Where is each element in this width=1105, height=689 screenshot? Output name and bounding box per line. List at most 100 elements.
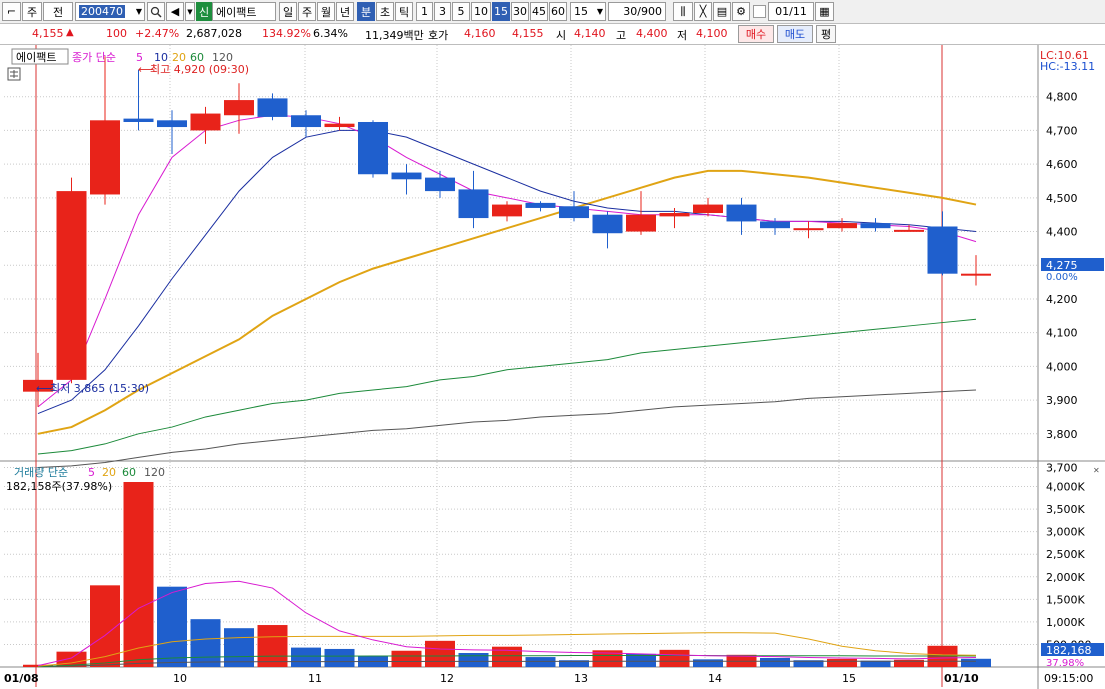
price-change: 100 xyxy=(106,27,127,40)
period-week[interactable]: 주 xyxy=(298,2,316,21)
interval-5[interactable]: 5 xyxy=(452,2,470,21)
average-button[interactable]: 평 xyxy=(816,25,836,43)
interval-30[interactable]: 30 xyxy=(511,2,529,21)
volume-bar xyxy=(190,619,221,667)
trade-value: 11,349백만 xyxy=(365,29,424,42)
calendar-icon[interactable]: ▦ xyxy=(815,2,834,21)
stock-code-input[interactable]: 200470 ▼ xyxy=(75,2,145,21)
stock-name: 에이팩트 xyxy=(216,5,257,19)
chart-toolbar: ⌐ 주 전 200470 ▼ ◀ ▼ 신 에이팩트 일 주 월 년 분 초 틱 … xyxy=(0,0,1105,24)
interval-label: 15 xyxy=(494,5,508,18)
interval-60[interactable]: 60 xyxy=(549,2,567,21)
volume-axis-label: 4,000K xyxy=(1046,481,1085,494)
turnover-rate: 6.34% xyxy=(313,27,348,40)
legend-ma-prefix: 종가 단순 xyxy=(72,51,116,64)
date-input[interactable]: 01/11 xyxy=(768,2,814,21)
interval-1[interactable]: 1 xyxy=(416,2,433,21)
speaker-icon[interactable]: ◀ xyxy=(166,2,184,21)
open-label: 시 xyxy=(556,29,567,42)
count-input[interactable]: 30/900 xyxy=(608,2,666,21)
volume-axis: 4,000K 3,500K 3,000K 2,500K 2,000K 1,500K 1,00… xyxy=(1046,481,1092,652)
current-ratio-tag: 37.98% xyxy=(1046,658,1084,669)
interval-label: 5 xyxy=(457,5,465,18)
chevron-down-icon: ▼ xyxy=(135,7,142,16)
interval-select[interactable]: 15 ▼ xyxy=(570,2,606,21)
bid-price: 4,155 xyxy=(512,27,544,40)
x-axis-time-label: 09:15:00 xyxy=(1044,672,1093,685)
interval-label: 1 xyxy=(421,5,428,18)
market-select[interactable]: 주 xyxy=(22,2,42,21)
price-axis-label: 4,000 xyxy=(1046,360,1078,373)
close-icon[interactable]: ✕ xyxy=(1093,466,1100,475)
volume-bar xyxy=(157,586,187,667)
period-minute[interactable]: 분 xyxy=(357,2,375,21)
buy-button[interactable]: 매수 xyxy=(738,25,774,43)
interval-label: 45 xyxy=(532,5,546,18)
x-axis: 01/08 10 11 12 13 14 15 01/10 xyxy=(4,672,979,685)
period-year[interactable]: 년 xyxy=(336,2,354,21)
interval-3[interactable]: 3 xyxy=(434,2,451,21)
period-month[interactable]: 월 xyxy=(317,2,335,21)
volume-bar xyxy=(257,625,288,667)
volume-bar xyxy=(391,650,422,667)
current-volume-text: 182,158주(37.98%) xyxy=(6,480,112,493)
candle-body xyxy=(894,229,924,232)
candle-body xyxy=(659,213,690,217)
prev-select[interactable]: 전 xyxy=(43,2,73,21)
gear-icon[interactable]: ⚙ xyxy=(732,2,750,21)
candle-body xyxy=(123,118,154,122)
x-axis-label: 12 xyxy=(440,672,454,685)
sell-button[interactable]: 매도 xyxy=(777,25,813,43)
candle-body xyxy=(90,120,120,195)
low-price: 4,100 xyxy=(696,27,728,40)
price-ma10-line xyxy=(37,129,977,415)
candle-style-icon[interactable]: ⫼ xyxy=(673,2,693,21)
stock-name-field[interactable]: 에이팩트 xyxy=(212,2,276,21)
chart-menu-icon[interactable]: ⌐ xyxy=(2,2,21,21)
interval-15[interactable]: 15 xyxy=(492,2,510,21)
x-axis-label: 13 xyxy=(574,672,588,685)
high-price: 4,400 xyxy=(636,27,668,40)
interval-45[interactable]: 45 xyxy=(530,2,548,21)
x-axis-label: 01/08 xyxy=(4,672,39,685)
volume-bar xyxy=(961,658,991,667)
chart-area[interactable]: 4,8004,7004,6004,5004,4004,3004,2004,100… xyxy=(0,45,1105,689)
volume-axis-label: 1,000K xyxy=(1046,616,1085,629)
volume-bar xyxy=(90,585,120,667)
interval-label: 3 xyxy=(439,5,446,18)
indicator-icon[interactable]: ▤ xyxy=(713,2,731,21)
high-annotation: 최고 4,920 (09:30) xyxy=(150,63,249,76)
period-label: 주 xyxy=(301,5,313,19)
interval-10[interactable]: 10 xyxy=(471,2,491,21)
volume-bar xyxy=(425,640,455,667)
candle-body xyxy=(492,204,522,217)
candle-body xyxy=(224,100,254,116)
interval-label: 60 xyxy=(551,5,565,18)
candle-body xyxy=(525,202,556,208)
period-second[interactable]: 초 xyxy=(376,2,394,21)
candle-body xyxy=(358,121,388,175)
volume-bars xyxy=(23,482,991,667)
search-icon[interactable] xyxy=(147,2,165,21)
candle-body xyxy=(458,189,489,219)
chevron-down-icon: ▼ xyxy=(596,7,603,16)
price-ma-lines xyxy=(37,114,977,469)
period-tick[interactable]: 틱 xyxy=(395,2,413,21)
period-label: 일 xyxy=(282,5,294,19)
up-triangle-icon: ▲ xyxy=(66,27,74,38)
candle-body xyxy=(961,273,991,276)
volume-bar xyxy=(224,628,254,667)
interval-select-value: 15 xyxy=(574,5,588,18)
price-ma120-line xyxy=(37,389,977,469)
volume-bar xyxy=(458,653,489,667)
candle-body xyxy=(56,191,87,380)
current-volume-tag: 182,168 xyxy=(1046,644,1092,657)
price-axis-label: 4,200 xyxy=(1046,293,1078,306)
date-checkbox[interactable] xyxy=(753,5,766,18)
candle-body xyxy=(291,115,321,128)
draw-tool-icon[interactable]: ╳ xyxy=(694,2,712,21)
period-day[interactable]: 일 xyxy=(279,2,297,21)
speaker-menu-icon[interactable]: ▼ xyxy=(185,2,195,21)
volume-value: 2,687,028 xyxy=(186,27,242,40)
price-axis-label: 4,600 xyxy=(1046,158,1078,171)
